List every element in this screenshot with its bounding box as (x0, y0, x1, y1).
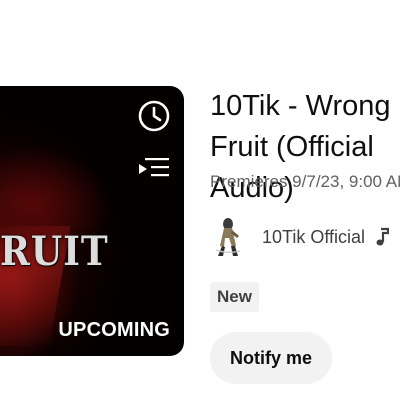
video-list-item[interactable]: RUIT UPCOMING 10Tik - Wrong Fruit (Offic… (0, 0, 400, 400)
avatar[interactable] (210, 216, 244, 258)
new-badge: New (210, 282, 259, 312)
video-thumbnail[interactable]: RUIT UPCOMING (0, 86, 184, 356)
add-to-queue-button[interactable] (136, 150, 172, 186)
avatar-figure-icon (215, 218, 241, 256)
queue-icon (139, 158, 169, 177)
premiere-date: Premieres 9/7/23, 9:00 AM (210, 172, 400, 191)
channel-name[interactable]: 10Tik Official (262, 227, 365, 248)
video-title[interactable]: 10Tik - Wrong Fruit (Official Audio) (210, 86, 400, 204)
upcoming-badge: UPCOMING (58, 319, 170, 341)
channel-row[interactable]: 10Tik Official (210, 216, 390, 258)
video-details: 10Tik - Wrong Fruit (Official Audio) Pre… (210, 86, 400, 384)
official-artist-badge (375, 227, 390, 247)
thumbnail-title-text: RUIT (0, 228, 109, 275)
notify-me-button[interactable]: Notify me (210, 332, 333, 384)
music-note-icon (376, 227, 390, 246)
clock-icon (138, 100, 170, 132)
watch-later-button[interactable] (136, 98, 172, 134)
